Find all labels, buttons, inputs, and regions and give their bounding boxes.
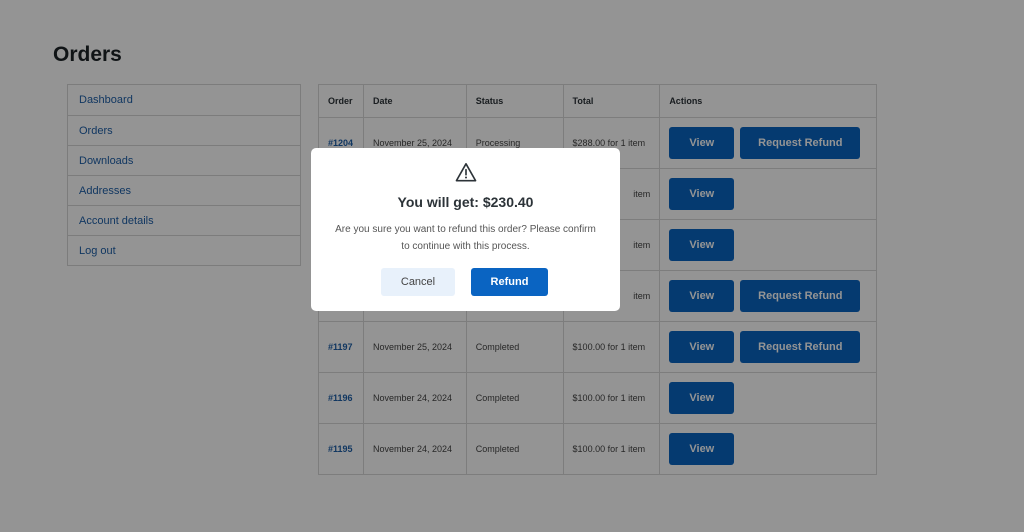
dialog-message: Are you sure you want to refund this ord… [335,224,596,252]
refund-confirm-dialog: You will get: $230.40 Are you sure you w… [311,148,620,311]
warning-icon [455,163,477,182]
refund-button[interactable]: Refund [471,268,548,296]
dialog-title: You will get: $230.40 [397,194,534,210]
cancel-button[interactable]: Cancel [381,268,455,296]
